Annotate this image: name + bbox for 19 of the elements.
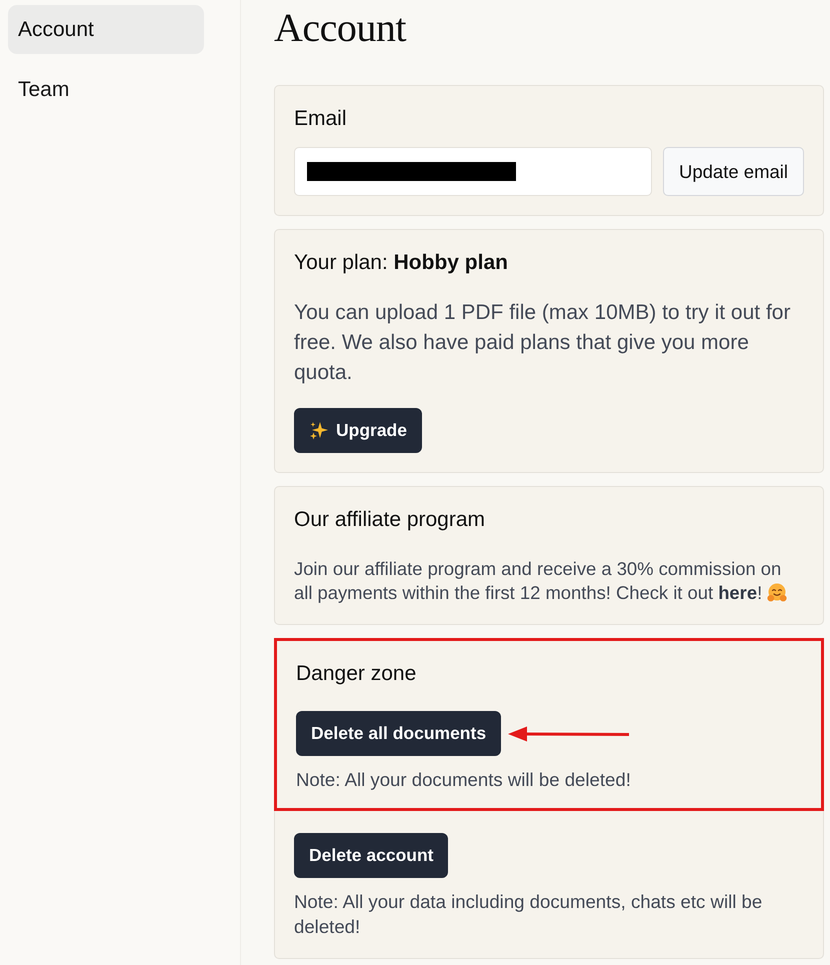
email-field[interactable] (294, 147, 652, 196)
note-text: Note: All your documents will be deleted! (296, 768, 632, 792)
page-title: Account (274, 4, 408, 52)
affiliate-title: Our affiliate program (294, 507, 486, 533)
plan-title: Your plan: Hobby plan (294, 250, 509, 276)
delete-documents-button[interactable]: Delete all documents (296, 711, 502, 756)
danger-zone-title: Danger zone (296, 661, 418, 687)
delete-account-button[interactable]: Delete account (294, 833, 448, 878)
email-label: Email (294, 106, 348, 132)
update-email-button[interactable]: Update email (662, 147, 804, 196)
note-text: Note: All your data including documents, chats etc will be deleted! (294, 890, 764, 939)
affiliate-description: Join our affiliate program and receive a 30% commission on all payments within the first 12 months! Check it out here! (294, 557, 804, 605)
sparkles-icon (309, 420, 329, 440)
plan-description: You can upload 1 PDF file (max 10MB) to try it out for free. We also have paid plans that give you more quota. (294, 300, 792, 386)
hugging-emoji-icon (767, 583, 788, 603)
here-link[interactable]: here (718, 582, 758, 603)
sidebar-item[interactable]: Team (8, 65, 204, 114)
upgrade-button[interactable]: Upgrade (294, 408, 422, 453)
sidebar-item[interactable]: Account (8, 5, 204, 54)
